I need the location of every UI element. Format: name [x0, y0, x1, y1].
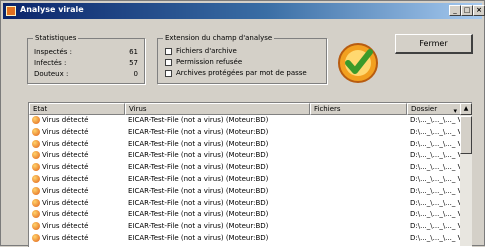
- checkbox[interactable]: [165, 58, 172, 66]
- cell-folder: D:\..._\..._\..._ Vir: [410, 222, 460, 231]
- vertical-scrollbar[interactable]: ▲: [460, 103, 472, 246]
- scroll-thumb[interactable]: [460, 116, 472, 154]
- title-bar[interactable]: Analyse virale _ □ ×: [3, 3, 485, 19]
- cell-folder: D:\..._\..._\..._ Vir: [410, 186, 460, 195]
- list-header: Etat Virus Fichiers Dossier ▾: [29, 103, 461, 115]
- table-row[interactable]: Virus détecté EICAR-Test-File (not a viru…: [29, 115, 461, 127]
- cell-status: Virus détecté: [42, 151, 89, 160]
- checkbox[interactable]: [165, 69, 172, 77]
- cell-virus: EICAR-Test-File (not a virus) (Moteur:BD…: [128, 163, 269, 172]
- stat-infected: Infectés : 57: [34, 59, 138, 69]
- minimize-button[interactable]: _: [449, 5, 461, 16]
- cell-folder: D:\..._\..._\..._ Vir: [410, 116, 460, 124]
- table-row[interactable]: Virus détecté EICAR-Test-File (not a viru…: [29, 174, 461, 186]
- table-row[interactable]: Virus détecté EICAR-Test-File (not a viru…: [29, 233, 461, 245]
- option-label: Fichiers d'archive: [176, 47, 237, 55]
- cell-folder: D:\..._\..._\..._ Vir: [410, 198, 460, 207]
- cell-virus: EICAR-Test-File (not a virus) (Moteur:BD…: [128, 210, 269, 219]
- table-row[interactable]: Virus détecté EICAR-Test-File (not a viru…: [29, 209, 461, 221]
- stat-label: Douteux :: [34, 70, 69, 78]
- cell-folder: D:\..._\..._\..._ Vir: [410, 139, 460, 148]
- option-label: Permission refusée: [176, 58, 243, 66]
- cell-virus: EICAR-Test-File (not a virus) (Moteur:BD…: [128, 186, 269, 195]
- results-list[interactable]: Etat Virus Fichiers Dossier ▾ Virus déte…: [28, 102, 472, 247]
- extension-legend: Extension du champ d'analyse: [163, 34, 275, 42]
- close-button[interactable]: Fermer: [395, 34, 473, 54]
- cell-status: Virus détecté: [42, 175, 89, 183]
- stat-value: 0: [133, 70, 138, 78]
- option-archives[interactable]: Fichiers d'archive: [165, 47, 237, 57]
- stat-value: 61: [129, 48, 138, 56]
- app-icon: [6, 6, 16, 16]
- table-row[interactable]: Virus détecté EICAR-Test-File (not a viru…: [29, 186, 461, 198]
- virus-status-icon: [32, 234, 40, 242]
- table-row[interactable]: Virus détecté EICAR-Test-File (not a viru…: [29, 221, 461, 233]
- column-header-label: Dossier: [411, 105, 438, 113]
- cell-folder: D:\..._\..._\..._ Vir: [410, 210, 460, 219]
- column-header-virus[interactable]: Virus: [125, 103, 310, 115]
- cell-status: Virus détecté: [42, 222, 89, 231]
- table-row[interactable]: Virus détecté EICAR-Test-File (not a viru…: [29, 198, 461, 210]
- cell-status: Virus détecté: [42, 127, 89, 136]
- virus-status-icon: [32, 116, 40, 124]
- cell-virus: EICAR-Test-File (not a virus) (Moteur:BD…: [128, 151, 269, 160]
- cell-folder: D:\..._\..._\..._ Vir: [410, 234, 460, 242]
- cell-folder: D:\..._\..._\..._ Vir: [410, 151, 460, 160]
- cell-folder: D:\..._\..._\..._ Vir: [410, 175, 460, 183]
- stat-label: Infectés :: [34, 59, 67, 67]
- stat-suspicious: Douteux : 0: [34, 70, 138, 80]
- statistics-group: Statistiques Inspectés : 61 Infectés : 5…: [27, 34, 145, 84]
- column-header-status[interactable]: Etat: [29, 103, 125, 115]
- virus-status-icon: [32, 210, 40, 219]
- cell-status: Virus détecté: [42, 116, 89, 124]
- cell-status: Virus détecté: [42, 163, 89, 172]
- virus-status-icon: [32, 198, 40, 207]
- cell-virus: EICAR-Test-File (not a virus) (Moteur:BD…: [128, 234, 269, 242]
- scroll-up-button[interactable]: ▲: [460, 103, 472, 115]
- extension-group: Extension du champ d'analyse Fichiers d'…: [157, 34, 327, 84]
- virus-status-icon: [32, 186, 40, 195]
- column-header-files[interactable]: Fichiers: [310, 103, 407, 115]
- maximize-button[interactable]: □: [461, 5, 473, 16]
- analyse-window: Analyse virale _ □ × Statistiques Inspec…: [0, 0, 485, 247]
- option-permission-denied[interactable]: Permission refusée: [165, 58, 242, 68]
- table-row[interactable]: Virus détecté EICAR-Test-File (not a viru…: [29, 150, 461, 162]
- cell-virus: EICAR-Test-File (not a virus) (Moteur:BD…: [128, 175, 269, 183]
- virus-status-icon: [32, 222, 40, 231]
- stat-value: 57: [129, 59, 138, 67]
- virus-status-icon: [32, 127, 40, 136]
- cell-status: Virus détecté: [42, 186, 89, 195]
- virus-status-icon: [32, 151, 40, 160]
- table-row[interactable]: Virus détecté EICAR-Test-File (not a viru…: [29, 127, 461, 139]
- cell-virus: EICAR-Test-File (not a virus) (Moteur:BD…: [128, 222, 269, 231]
- cell-virus: EICAR-Test-File (not a virus) (Moteur:BD…: [128, 127, 269, 136]
- cell-folder: D:\..._\..._\..._ Vir: [410, 163, 460, 172]
- cell-status: Virus détecté: [42, 198, 89, 207]
- virus-status-icon: [32, 175, 40, 183]
- option-label: Archives protégées par mot de passe: [176, 69, 307, 77]
- cell-virus: EICAR-Test-File (not a virus) (Moteur:BD…: [128, 198, 269, 207]
- cell-status: Virus détecté: [42, 210, 89, 219]
- checkbox[interactable]: [165, 47, 172, 55]
- option-password-archives[interactable]: Archives protégées par mot de passe: [165, 69, 307, 79]
- column-header-folder[interactable]: Dossier ▾: [407, 103, 461, 115]
- stat-label: Inspectés :: [34, 48, 73, 56]
- cell-virus: EICAR-Test-File (not a virus) (Moteur:BD…: [128, 139, 269, 148]
- cell-virus: EICAR-Test-File (not a virus) (Moteur:BD…: [128, 116, 269, 124]
- statistics-legend: Statistiques: [33, 34, 79, 42]
- virus-status-icon: [32, 163, 40, 172]
- window-title: Analyse virale: [20, 5, 84, 14]
- cell-folder: D:\..._\..._\..._ Vir: [410, 127, 460, 136]
- close-window-button[interactable]: ×: [473, 5, 485, 16]
- table-row[interactable]: Virus détecté EICAR-Test-File (not a viru…: [29, 162, 461, 174]
- check-shield-icon: [338, 43, 378, 83]
- table-row[interactable]: Virus détecté EICAR-Test-File (not a viru…: [29, 139, 461, 151]
- virus-status-icon: [32, 139, 40, 148]
- stat-inspected: Inspectés : 61: [34, 48, 138, 58]
- cell-status: Virus détecté: [42, 234, 89, 242]
- cell-status: Virus détecté: [42, 139, 89, 148]
